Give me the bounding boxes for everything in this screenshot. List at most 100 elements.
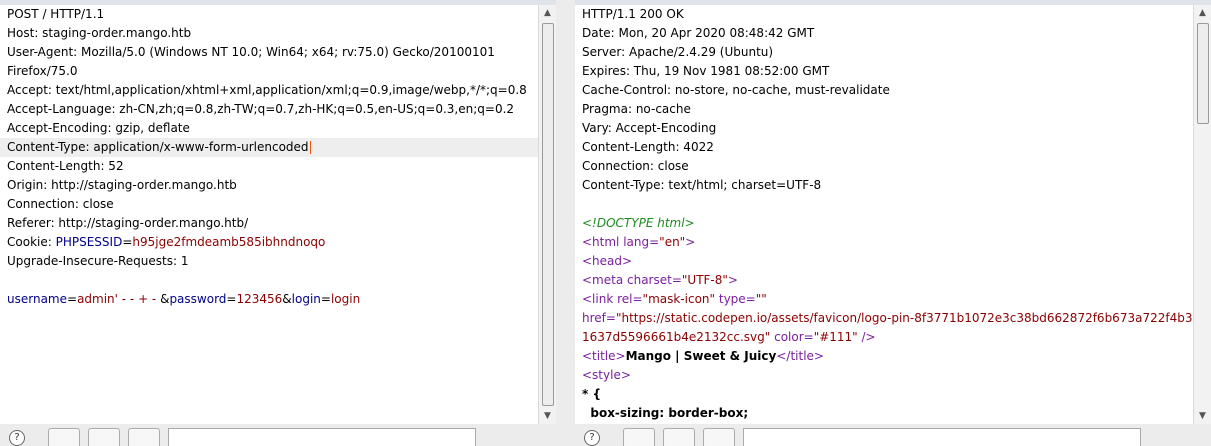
pane-splitter[interactable] <box>556 0 575 446</box>
response-viewer[interactable]: HTTP/1.1 200 OK Date: Mon, 20 Apr 2020 0… <box>575 5 1194 424</box>
link-tag-line: <link rel="mask-icon" type="" <box>575 290 1194 309</box>
link-tag-close: /> <box>857 330 876 344</box>
request-body: username=admin' - - + - &password=123456… <box>0 290 539 309</box>
title-tag-open: <title> <box>582 349 626 363</box>
param-eq: = <box>67 292 78 306</box>
html-attr-value: "en" <box>659 235 686 249</box>
title-text: Mango | Sweet & Juicy <box>625 349 777 363</box>
link-type-value: "" <box>755 292 767 306</box>
cookie-value: h95jge2fmdeamb585ibhndnoqo <box>132 235 326 249</box>
response-header-connection: Connection: close <box>582 159 689 173</box>
meta-tag: <meta <box>582 273 627 287</box>
html-tag-close: > <box>685 235 696 249</box>
prev-match-button[interactable] <box>623 428 655 446</box>
response-header-vary: Vary: Accept-Encoding <box>582 121 717 135</box>
response-pane: HTTP/1.1 200 OK Date: Mon, 20 Apr 2020 0… <box>575 0 1211 446</box>
add-button[interactable] <box>663 428 695 446</box>
meta-attr-value: "UTF-8" <box>681 273 728 287</box>
link-color-value: "#111" <box>813 330 858 344</box>
response-header-date: Date: Mon, 20 Apr 2020 08:48:42 GMT <box>582 26 815 40</box>
head-tag-line: <head> <box>582 254 633 268</box>
next-match-button[interactable] <box>128 428 160 446</box>
link-tag: <link <box>582 292 618 306</box>
link-href-attr: href= <box>582 311 616 325</box>
content-type-text: Content-Type: application/x-www-form-url… <box>7 140 309 154</box>
status-line: HTTP/1.1 200 OK <box>582 7 684 21</box>
param-eq: = <box>226 292 237 306</box>
param-username-value: admin' - - + - <box>77 292 161 306</box>
request-pane: POST / HTTP/1.1 Host: staging-order.mang… <box>0 0 556 446</box>
param-login-value: login <box>330 292 361 306</box>
param-password-value: 123456 <box>236 292 283 306</box>
scroll-up-icon[interactable]: ▲ <box>1194 5 1211 21</box>
response-header-pragma: Pragma: no-cache <box>582 102 691 116</box>
link-rel-attr: rel= <box>617 292 643 306</box>
scroll-up-icon[interactable]: ▲ <box>539 5 556 21</box>
request-line: POST / HTTP/1.1 <box>7 7 105 21</box>
param-username-name: username <box>7 292 67 306</box>
html-tag: <html <box>582 235 624 249</box>
request-header-content-type: Content-Type: application/x-www-form-url… <box>0 138 539 157</box>
html-attr: lang= <box>623 235 660 249</box>
meta-tag-line: <meta charset="UTF-8"> <box>575 271 1194 290</box>
next-match-button[interactable] <box>703 428 735 446</box>
scroll-down-icon[interactable]: ▼ <box>1194 408 1211 424</box>
response-search-bar: ? <box>575 424 1211 446</box>
response-header-content-length: Content-Length: 4022 <box>582 140 714 154</box>
link-href-line: href="https://static.codepen.io/assets/f… <box>575 309 1194 328</box>
request-header-host: Host: staging-order.mango.htb <box>7 26 192 40</box>
request-search-bar: ? <box>0 424 556 446</box>
cookie-eq: = <box>122 235 133 249</box>
request-header-referer: Referer: http://staging-order.mango.htb/ <box>7 216 249 230</box>
request-header-accept-encoding: Accept-Encoding: gzip, deflate <box>7 121 190 135</box>
link-type-attr: type= <box>715 292 756 306</box>
meta-tag-close: > <box>727 273 738 287</box>
css-rule-line: box-sizing: border-box; <box>582 406 749 420</box>
title-tag-line: <title>Mango | Sweet & Juicy</title> <box>575 347 1194 366</box>
title-tag-close: </title> <box>776 349 824 363</box>
request-header-user-agent: User-Agent: Mozilla/5.0 (Windows NT 10.0… <box>7 45 495 59</box>
request-editor[interactable]: POST / HTTP/1.1 Host: staging-order.mang… <box>0 5 539 424</box>
text-cursor <box>309 141 311 154</box>
link-rel-value: "mask-icon" <box>642 292 716 306</box>
cookie-name: PHPSESSID <box>55 235 123 249</box>
help-icon[interactable]: ? <box>584 430 600 446</box>
css-selector-line: * { <box>582 387 601 401</box>
response-scrollbar[interactable]: ▲ ▼ <box>1193 5 1211 424</box>
response-header-server: Server: Apache/2.4.29 (Ubuntu) <box>582 45 774 59</box>
request-header-content-length: Content-Length: 52 <box>7 159 124 173</box>
add-button[interactable] <box>88 428 120 446</box>
request-header-connection: Connection: close <box>7 197 114 211</box>
param-password-name: password <box>169 292 227 306</box>
scroll-thumb[interactable] <box>542 23 554 406</box>
scroll-thumb[interactable] <box>1197 23 1209 124</box>
response-search-input[interactable] <box>743 428 1141 446</box>
request-header-origin: Origin: http://staging-order.mango.htb <box>7 178 237 192</box>
link-color-attr: color= <box>770 330 814 344</box>
response-header-content-type: Content-Type: text/html; charset=UTF-8 <box>582 178 822 192</box>
style-tag-line: <style> <box>582 368 631 382</box>
param-separator: & <box>282 292 292 306</box>
request-header-user-agent-cont: Firefox/75.0 <box>7 64 78 78</box>
response-header-expires: Expires: Thu, 19 Nov 1981 08:52:00 GMT <box>582 64 830 78</box>
help-icon[interactable]: ? <box>9 430 25 446</box>
html-doctype: <!DOCTYPE html> <box>582 216 695 230</box>
scroll-down-icon[interactable]: ▼ <box>539 408 556 424</box>
link-href-value: "https://static.codepen.io/assets/favico… <box>615 311 1194 325</box>
link-href-cont-line: 1637d5596661b4e2132cc.svg" color="#111" … <box>575 328 1194 347</box>
request-search-input[interactable] <box>168 428 476 446</box>
prev-match-button[interactable] <box>48 428 80 446</box>
request-header-accept: Accept: text/html,application/xhtml+xml,… <box>7 83 527 97</box>
response-header-cache-control: Cache-Control: no-store, no-cache, must-… <box>582 83 890 97</box>
param-eq: = <box>320 292 331 306</box>
request-header-accept-language: Accept-Language: zh-CN,zh;q=0.8,zh-TW;q=… <box>7 102 515 116</box>
link-href-value-cont: 1637d5596661b4e2132cc.svg" <box>582 330 771 344</box>
request-header-upgrade: Upgrade-Insecure-Requests: 1 <box>7 254 189 268</box>
meta-attr: charset= <box>627 273 682 287</box>
cookie-label: Cookie: <box>7 235 56 249</box>
request-header-cookie: Cookie: PHPSESSID=h95jge2fmdeamb585ibhnd… <box>0 233 539 252</box>
html-tag-line: <html lang="en"> <box>575 233 1194 252</box>
request-scrollbar[interactable]: ▲ ▼ <box>538 5 556 424</box>
